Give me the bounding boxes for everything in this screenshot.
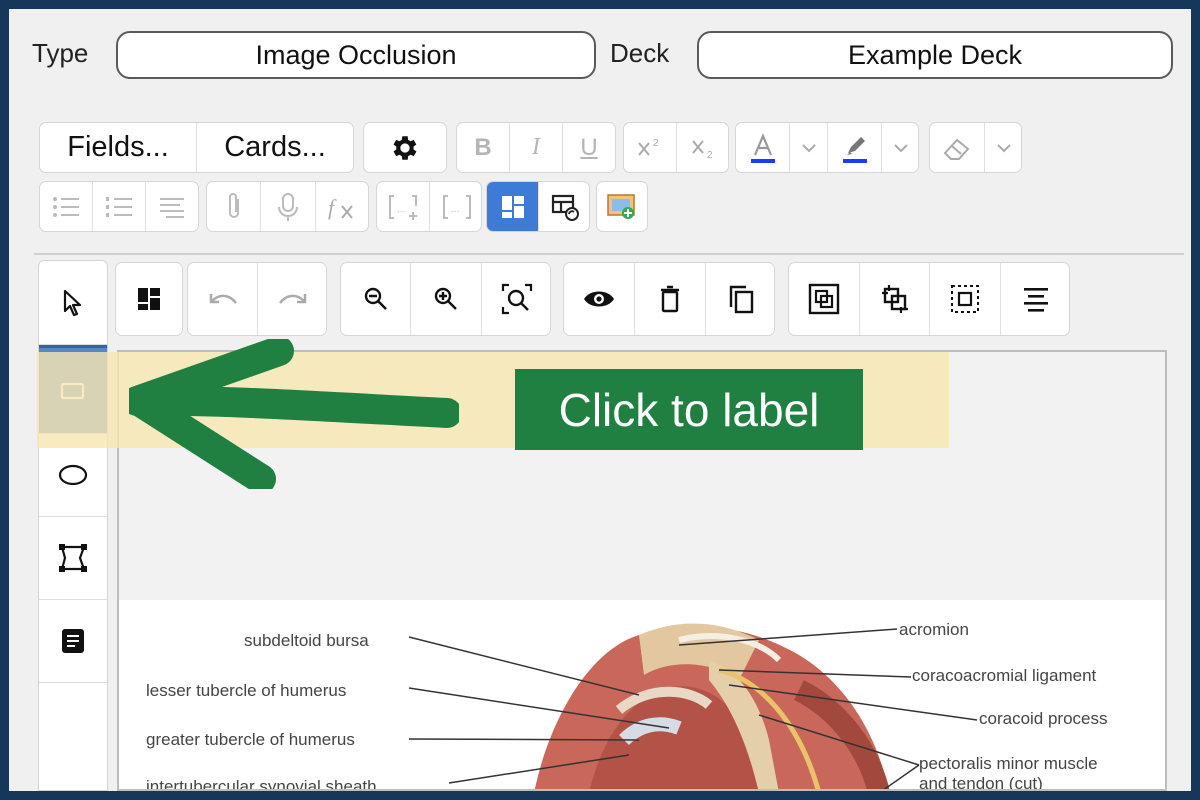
text-tool-icon[interactable] — [39, 600, 107, 683]
bulleted-list-icon[interactable] — [40, 182, 93, 231]
anatomy-label: coracoacromial ligament — [912, 666, 1097, 685]
anatomy-image[interactable]: subdeltoid bursa lesser tubercle of hume… — [119, 600, 1165, 791]
io-toggle-group — [115, 262, 183, 336]
gear-icon[interactable] — [364, 123, 446, 172]
undo-redo-group — [187, 262, 327, 336]
deck-selector[interactable]: Example Deck — [697, 31, 1173, 79]
chevron-down-icon[interactable] — [882, 123, 918, 172]
anatomy-label: coracoid process — [979, 709, 1108, 728]
group-icon[interactable] — [789, 263, 860, 335]
svg-text:2: 2 — [707, 150, 713, 161]
anatomy-label: pectoralis minor muscle — [919, 754, 1098, 773]
polygon-tool-icon[interactable] — [39, 517, 107, 600]
cloze-group: ... ... — [376, 181, 482, 232]
zoom-reset-icon[interactable] — [482, 263, 550, 335]
editor-window: Type Image Occlusion Deck Example Deck F… — [9, 9, 1191, 791]
mask-editor-icon[interactable] — [487, 182, 539, 231]
bold-button[interactable]: B — [457, 123, 510, 172]
chevron-down-icon[interactable] — [985, 123, 1021, 172]
trash-icon[interactable] — [635, 263, 706, 335]
underline-button[interactable]: U — [563, 123, 615, 172]
arrange-group — [788, 262, 1070, 336]
svg-text:...: ... — [397, 204, 405, 215]
fields-button[interactable]: Fields... — [40, 123, 197, 172]
anatomy-label: and tendon (cut) — [919, 774, 1043, 791]
deck-label: Deck — [610, 38, 670, 68]
text-color-icon[interactable] — [736, 123, 790, 172]
duplicate-icon[interactable] — [706, 263, 774, 335]
cards-button[interactable]: Cards... — [197, 123, 353, 172]
svg-text:2: 2 — [653, 138, 659, 149]
anatomy-label: lesser tubercle of humerus — [146, 681, 347, 700]
change-image-icon[interactable] — [539, 182, 589, 231]
select-all-icon[interactable] — [930, 263, 1001, 335]
numbered-list-icon[interactable] — [93, 182, 146, 231]
format-group: B I U — [456, 122, 616, 173]
eye-icon[interactable] — [564, 263, 635, 335]
toolbar-divider — [34, 253, 1184, 255]
cloze-new-icon[interactable]: ... — [377, 182, 430, 231]
subscript-icon[interactable]: 2 — [677, 123, 728, 172]
options-group — [363, 122, 447, 173]
fields-cards-group: Fields... Cards... — [39, 122, 354, 173]
superscript-icon[interactable]: 2 — [624, 123, 677, 172]
highlight-icon[interactable] — [828, 123, 882, 172]
zoom-group — [340, 262, 551, 336]
callout-label: Click to label — [515, 369, 863, 450]
anatomy-label: intertubercular synovial sheath — [146, 777, 377, 791]
zoom-in-icon[interactable] — [411, 263, 482, 335]
align-icon[interactable] — [146, 182, 198, 231]
script-group: 2 2 — [623, 122, 729, 173]
cloze-same-icon[interactable]: ... — [430, 182, 481, 231]
eraser-group — [929, 122, 1022, 173]
select-tool-pointer-icon[interactable] — [39, 261, 107, 345]
ungroup-icon[interactable] — [860, 263, 930, 335]
chevron-down-icon[interactable] — [790, 123, 828, 172]
anatomy-label: acromion — [899, 620, 969, 639]
anatomy-label: subdeltoid bursa — [244, 631, 369, 650]
callout-arrow-icon — [129, 339, 459, 489]
notetype-selector[interactable]: Image Occlusion — [116, 31, 596, 79]
alignment-icon[interactable] — [1001, 263, 1069, 335]
image-group — [596, 181, 648, 232]
media-group: f — [206, 181, 369, 232]
attachment-icon[interactable] — [207, 182, 261, 231]
redo-icon[interactable] — [258, 263, 326, 335]
svg-text:...: ... — [451, 204, 459, 215]
type-label: Type — [32, 38, 89, 68]
occlusion-tool-panel — [38, 260, 108, 791]
eraser-icon[interactable] — [930, 123, 985, 172]
undo-icon[interactable] — [188, 263, 258, 335]
microphone-icon[interactable] — [261, 182, 316, 231]
color-group — [735, 122, 919, 173]
mask-grid-icon[interactable] — [116, 263, 182, 335]
italic-button[interactable]: I — [510, 123, 563, 172]
zoom-out-icon[interactable] — [341, 263, 411, 335]
formula-icon[interactable]: f — [316, 182, 368, 231]
image-occlusion-icon[interactable] — [597, 182, 647, 231]
mask-actions-group — [563, 262, 775, 336]
io-mode-group — [486, 181, 590, 232]
list-group — [39, 181, 199, 232]
anatomy-label: greater tubercle of humerus — [146, 730, 355, 749]
svg-text:f: f — [328, 195, 337, 220]
